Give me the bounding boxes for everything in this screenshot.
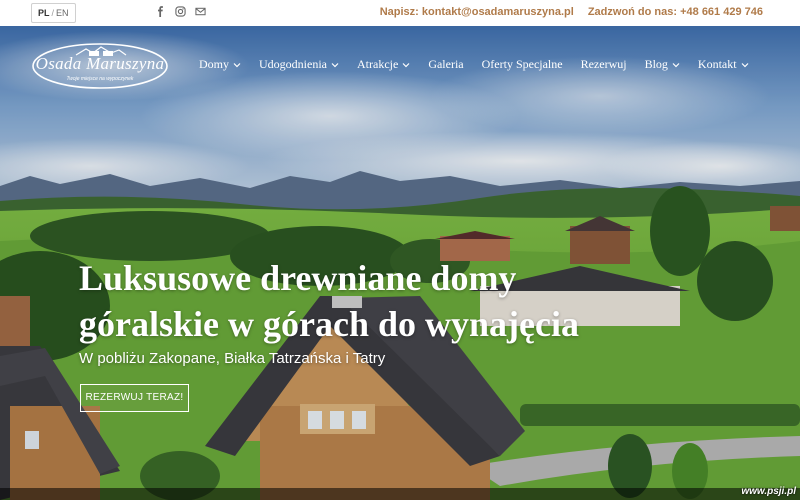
social-links (155, 6, 206, 17)
instagram-icon[interactable] (175, 6, 186, 17)
logo-tagline: Twoje miejsce na wypoczynek (66, 76, 134, 82)
main-nav: Domy Udogodnienia Atrakcje Galeria Ofert… (199, 57, 767, 72)
nav-label: Rezerwuj (580, 57, 627, 71)
nav-item-atrakcje[interactable]: Atrakcje (357, 57, 410, 72)
logo[interactable]: Osada Maruszyna Twoje miejsce na wypoczy… (31, 41, 169, 89)
facebook-icon[interactable] (155, 6, 166, 17)
nav-label: Oferty Specjalne (481, 57, 563, 71)
lang-separator: / (51, 8, 55, 18)
hero-section: Osada Maruszyna Twoje miejsce na wypoczy… (0, 26, 800, 500)
chevron-down-icon (672, 62, 680, 67)
hero-headline-line2: góralskie w górach do wynajęcia (79, 304, 579, 344)
nav-label: Galeria (428, 57, 464, 71)
nav-label: Atrakcje (357, 57, 399, 71)
chevron-down-icon (233, 62, 241, 67)
lang-en[interactable]: EN (56, 4, 69, 22)
nav-item-oferty-specjalne[interactable]: Oferty Specjalne (482, 57, 563, 72)
nav-label: Kontakt (697, 57, 737, 71)
top-bar: PL / EN Napisz: kontakt@osadamaruszyna.p… (0, 0, 800, 26)
nav-label: Blog (644, 57, 668, 71)
phone-link[interactable]: Zadzwoń do nas: +48 661 429 746 (588, 6, 763, 18)
nav-label: Domy (199, 57, 229, 71)
email-link[interactable]: Napisz: kontakt@osadamaruszyna.pl (380, 6, 574, 18)
nav-item-blog[interactable]: Blog (645, 57, 680, 72)
hero-headline-line1: Luksusowe drewniane domy (79, 258, 517, 298)
logo-name: Osada Maruszyna (35, 54, 165, 73)
nav-item-udogodnienia[interactable]: Udogodnienia (259, 57, 339, 72)
chevron-down-icon (331, 62, 339, 67)
bottom-strip (0, 488, 800, 500)
language-switcher[interactable]: PL / EN (31, 3, 76, 23)
nav-item-domy[interactable]: Domy (199, 57, 241, 72)
mail-icon[interactable] (195, 6, 206, 17)
nav-label: Udogodnienia (259, 57, 327, 71)
chevron-down-icon (741, 62, 749, 67)
hero-subline: W pobliżu Zakopane, Białka Tatrzańska i … (79, 350, 386, 367)
lang-pl[interactable]: PL (38, 4, 50, 22)
hero-headline: Luksusowe drewniane domy góralskie w gór… (79, 255, 579, 347)
book-now-button[interactable]: REZERWUJ TERAZ! (80, 384, 189, 412)
nav-item-rezerwuj[interactable]: Rezerwuj (581, 57, 627, 72)
nav-item-galeria[interactable]: Galeria (428, 57, 463, 72)
watermark: www.psji.pl (741, 486, 796, 497)
nav-item-kontakt[interactable]: Kontakt (698, 57, 749, 72)
chevron-down-icon (402, 62, 410, 67)
contact-info: Napisz: kontakt@osadamaruszyna.pl Zadzwo… (380, 6, 763, 18)
